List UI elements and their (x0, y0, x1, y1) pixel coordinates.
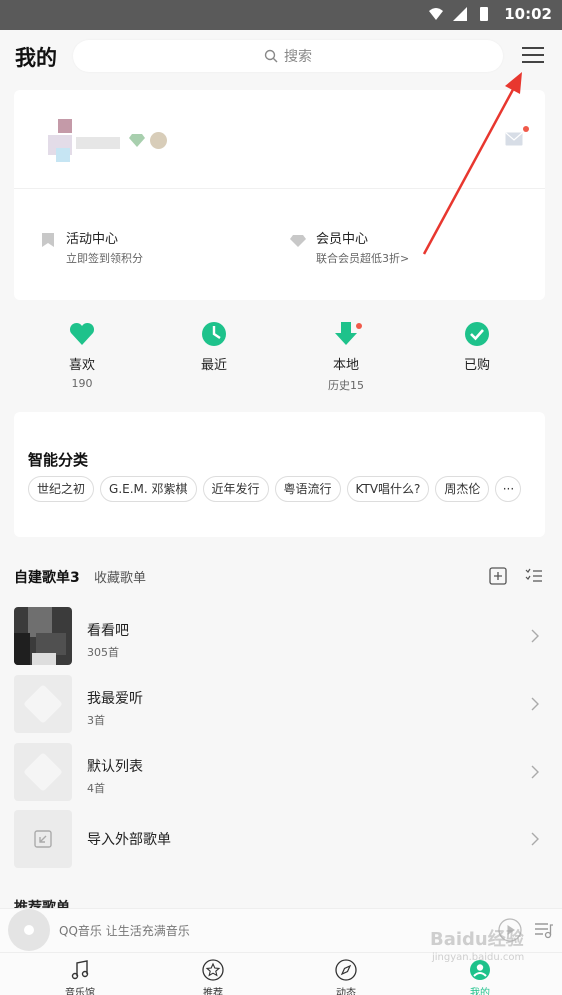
notification-dot (523, 126, 529, 132)
playlist-row[interactable]: 看看吧 305首 (14, 607, 545, 665)
quick-purchased[interactable]: 已购 (432, 320, 522, 373)
nav-music-hall[interactable]: 音乐馆 (45, 959, 115, 995)
playlist-row[interactable]: 我最爱听 3首 (14, 675, 545, 733)
nav-mine[interactable]: 我的 (445, 959, 515, 995)
diamond-badge-icon (129, 134, 145, 147)
playlist-name: 我最爱听 (87, 691, 143, 707)
manage-list-icon[interactable] (525, 568, 543, 584)
import-playlist-label: 导入外部歌单 (87, 832, 171, 848)
battery-icon (480, 7, 488, 21)
avatar (58, 119, 72, 133)
menu-icon[interactable] (522, 45, 544, 65)
compass-icon (335, 959, 357, 981)
watermark-url: jingyan.baidu.com (432, 952, 525, 963)
page-title: 我的 (15, 46, 57, 70)
playlist-queue-icon[interactable] (534, 921, 554, 939)
quick-label: 已购 (463, 358, 490, 373)
nav-label: 我的 (470, 988, 490, 995)
status-bar: 10:02 (0, 0, 562, 30)
mail-icon[interactable] (505, 132, 523, 146)
nav-label: 动态 (336, 988, 356, 995)
clock-icon (202, 322, 226, 346)
playlist-count: 4首 (87, 782, 105, 795)
header: 我的 搜索 (0, 30, 562, 84)
tag-list: 世纪之初 G.E.M. 邓紫棋 近年发行 粤语流行 KTV唱什么? 周杰伦 ··… (28, 476, 522, 502)
diamond-icon (290, 235, 306, 247)
smart-category-title: 智能分类 (28, 451, 89, 469)
playlist-count: 305首 (87, 646, 119, 659)
quick-count: 190 (71, 377, 93, 390)
status-icons (428, 6, 492, 22)
divider (14, 188, 545, 189)
tag-chip[interactable]: G.E.M. 邓紫棋 (100, 476, 197, 502)
import-playlist-row[interactable]: 导入外部歌单 (14, 810, 545, 868)
tag-chip[interactable]: 周杰伦 (435, 476, 490, 502)
playlist-count: 3首 (87, 714, 105, 727)
add-playlist-icon[interactable] (489, 567, 507, 585)
tab-created-playlists[interactable]: 自建歌单3 (14, 567, 80, 587)
quick-label: 最近 (200, 358, 227, 373)
status-time: 10:02 (504, 5, 552, 23)
search-bar[interactable]: 搜索 (73, 40, 503, 72)
signal-icon (453, 7, 467, 21)
tag-chip[interactable]: 粤语流行 (274, 476, 341, 502)
chevron-right-icon (531, 765, 539, 779)
search-icon (264, 49, 278, 63)
activity-center-title: 活动中心 (66, 232, 119, 247)
quick-label: 本地 (332, 358, 359, 373)
quick-local[interactable]: 本地 历史15 (301, 320, 391, 393)
quick-count: 历史15 (328, 379, 364, 392)
smart-category-card: 智能分类 世纪之初 G.E.M. 邓紫棋 近年发行 粤语流行 KTV唱什么? 周… (14, 412, 545, 537)
playlist-cover (14, 607, 72, 665)
quick-recent[interactable]: 最近 (169, 320, 259, 373)
username-blurred (76, 137, 120, 149)
bookmark-icon (42, 233, 54, 247)
playlist-cover (14, 675, 72, 733)
quick-actions: 喜欢 190 最近 本地 历史15 已购 (14, 320, 545, 400)
playlist-header: 自建歌单3 收藏歌单 (14, 566, 545, 588)
tag-chip[interactable]: 世纪之初 (28, 476, 95, 502)
import-icon (34, 830, 52, 848)
nav-label: 音乐馆 (65, 988, 95, 995)
playlist-name: 看看吧 (87, 623, 129, 639)
playlist-cover (14, 743, 72, 801)
check-icon (465, 322, 489, 346)
tab-collected-playlists[interactable]: 收藏歌单 (94, 567, 146, 586)
profile-info[interactable] (38, 115, 188, 165)
quick-like[interactable]: 喜欢 190 (37, 320, 127, 390)
activity-center-subtitle: 立即签到领积分 (66, 252, 143, 265)
search-placeholder: 搜索 (284, 49, 312, 65)
import-cover (14, 810, 72, 868)
watermark-logo: Baidu经验 (430, 929, 524, 950)
star-icon (202, 959, 224, 981)
chevron-right-icon (531, 697, 539, 711)
playlist-row[interactable]: 默认列表 4首 (14, 743, 545, 801)
tag-chip[interactable]: 近年发行 (202, 476, 269, 502)
music-note-icon (71, 960, 89, 980)
album-disc (8, 909, 50, 951)
playlist-name: 默认列表 (87, 759, 143, 775)
nav-label: 推荐 (203, 988, 223, 995)
nav-recommend[interactable]: 推荐 (178, 959, 248, 995)
chevron-right-icon (531, 629, 539, 643)
tag-chip[interactable]: KTV唱什么? (346, 476, 430, 502)
quick-label: 喜欢 (68, 358, 95, 373)
avatar-blur-2 (56, 148, 70, 162)
vip-center-title: 会员中心 (316, 232, 369, 247)
nav-moments[interactable]: 动态 (311, 959, 381, 995)
more-tags-button[interactable]: ··· (495, 476, 522, 502)
wifi-icon (429, 8, 443, 20)
level-badge-icon (150, 132, 167, 149)
profile-card: 活动中心 立即签到领积分 会员中心 联合会员超低3折> (14, 90, 545, 300)
vip-center-subtitle: 联合会员超低3折> (316, 252, 410, 265)
player-text: QQ音乐 让生活充满音乐 (59, 924, 190, 938)
chevron-right-icon (531, 832, 539, 846)
heart-icon (69, 322, 95, 345)
notification-dot (356, 323, 362, 329)
